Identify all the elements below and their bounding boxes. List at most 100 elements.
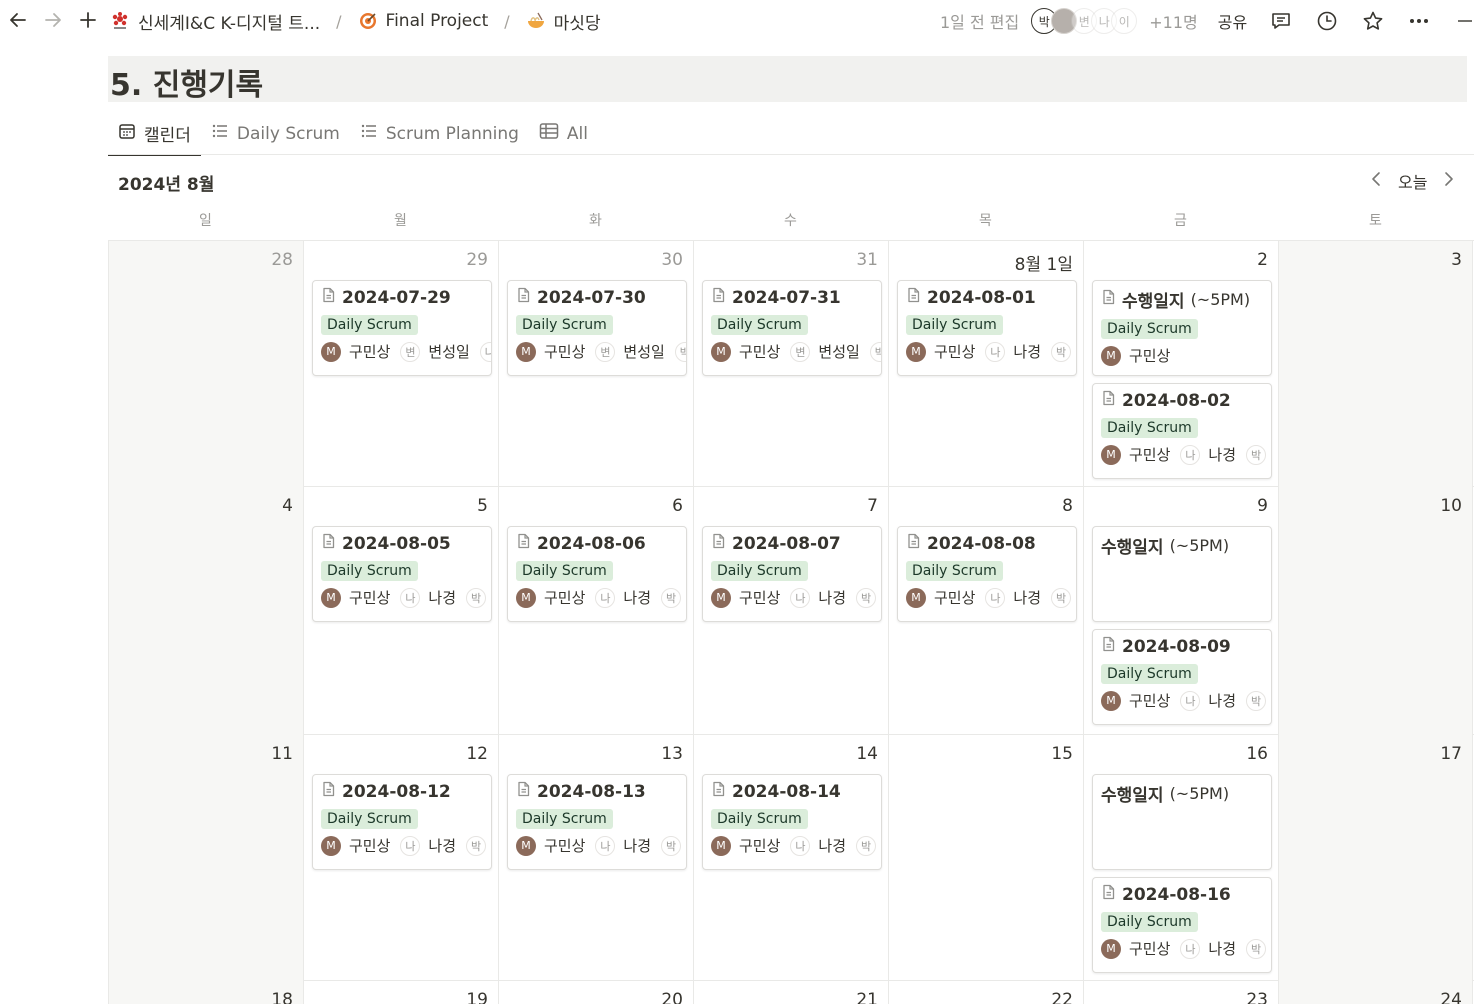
calendar-day-cell[interactable]: 4: [108, 487, 303, 735]
calendar-day-cell[interactable]: 30 2024-07-30 Daily Scrum M 구민상 변 변성일 박: [498, 241, 693, 487]
event-card[interactable]: 2024-08-08 Daily Scrum M 구민상 나 나경 박: [897, 526, 1077, 622]
breadcrumb-item-masitdang[interactable]: 마싯당: [526, 9, 601, 34]
event-card[interactable]: 2024-08-13 Daily Scrum M 구민상 나 나경 박: [507, 774, 687, 870]
document-icon: [906, 287, 921, 308]
calendar-day-cell[interactable]: 21: [693, 981, 888, 1004]
calendar-day-cell[interactable]: 3: [1278, 241, 1473, 487]
calendar-day-cell[interactable]: 28: [108, 241, 303, 487]
calendar-day-cell[interactable]: 12 2024-08-12 Daily Scrum M 구민상 나 나경 박: [303, 735, 498, 981]
event-card[interactable]: 2024-08-05 Daily Scrum M 구민상 나 나경 박: [312, 526, 492, 622]
tab-daily-scrum[interactable]: Daily Scrum: [201, 112, 350, 155]
event-card[interactable]: 2024-08-09 Daily Scrum M 구민상 나 나경 박: [1092, 629, 1272, 725]
share-button[interactable]: 공유: [1218, 9, 1247, 33]
calendar-day-cell[interactable]: 17: [1278, 735, 1473, 981]
calendar-day-cell[interactable]: 22: [888, 981, 1083, 1004]
calendar-day-cell[interactable]: 16 수행일지 (~5PM) 2024-08-16 Daily Scrum M 구민상 나 나경…: [1083, 735, 1278, 981]
event-title-text: 2024-08-02: [1122, 390, 1231, 411]
calendar-day-cell[interactable]: 29 2024-07-29 Daily Scrum M 구민상 변 변성일 나: [303, 241, 498, 487]
calendar-day-cell[interactable]: 2 수행일지 (~5PM) Daily Scrum M 구민상 2024-08-02 Dail…: [1083, 241, 1278, 487]
event-card[interactable]: 수행일지 (~5PM): [1092, 526, 1272, 622]
weekday-header: 일 월 화 수 목 금 토: [108, 210, 1474, 232]
status-tag: Daily Scrum: [321, 315, 418, 335]
event-title-text: 2024-08-07: [732, 533, 841, 554]
document-icon: [1101, 884, 1116, 905]
company-logo-icon: [110, 11, 130, 31]
calendar-day-cell[interactable]: 15: [888, 735, 1083, 981]
event-card[interactable]: 2024-08-01 Daily Scrum M 구민상 나 나경 박: [897, 280, 1077, 376]
calendar-day-cell[interactable]: 20: [498, 981, 693, 1004]
status-tag: Daily Scrum: [321, 809, 418, 829]
status-tag: Daily Scrum: [1101, 664, 1198, 684]
event-card[interactable]: 2024-08-06 Daily Scrum M 구민상 나 나경 박: [507, 526, 687, 622]
event-card[interactable]: 2024-07-29 Daily Scrum M 구민상 변 변성일 나: [312, 280, 492, 376]
calendar-day-cell[interactable]: 14 2024-08-14 Daily Scrum M 구민상 나 나경 박: [693, 735, 888, 981]
title-highlight: [108, 56, 1467, 102]
calendar-day-cell[interactable]: 11: [108, 735, 303, 981]
day-number: 16: [1246, 744, 1268, 764]
calendar-day-cell[interactable]: 8월 1일 2024-08-01 Daily Scrum M 구민상 나 나경 박: [888, 241, 1083, 487]
calendar-day-cell[interactable]: 9 수행일지 (~5PM) 2024-08-09 Daily Scrum M 구민상 나 나경 박: [1083, 487, 1278, 735]
event-card[interactable]: 수행일지 (~5PM): [1092, 774, 1272, 870]
document-icon: [516, 781, 531, 802]
calendar-day-cell[interactable]: 6 2024-08-06 Daily Scrum M 구민상 나 나경 박: [498, 487, 693, 735]
view-tabs: 캘린더 Daily Scrum Scrum Planning All: [108, 112, 598, 156]
day-number: 8월 1일: [1014, 255, 1073, 275]
month-label: 2024년 8월: [118, 175, 215, 195]
more-people-count[interactable]: +11명: [1149, 9, 1198, 33]
calendar-day-cell[interactable]: 7 2024-08-07 Daily Scrum M 구민상 나 나경 박: [693, 487, 888, 735]
event-card[interactable]: 2024-07-30 Daily Scrum M 구민상 변 변성일 박: [507, 280, 687, 376]
day-number: 30: [661, 250, 683, 270]
tab-calendar[interactable]: 캘린더: [108, 112, 201, 156]
breadcrumb-item-final-project[interactable]: Final Project: [358, 11, 488, 31]
calendar-day-cell[interactable]: 24: [1278, 981, 1473, 1004]
event-card[interactable]: 2024-08-16 Daily Scrum M 구민상 나 나경 박: [1092, 877, 1272, 973]
avatar: 나: [479, 341, 491, 362]
calendar-day-cell[interactable]: 8 2024-08-08 Daily Scrum M 구민상 나 나경 박: [888, 487, 1083, 735]
minimize-icon[interactable]: [1453, 9, 1476, 33]
event-card[interactable]: 2024-08-14 Daily Scrum M 구민상 나 나경 박: [702, 774, 882, 870]
event-title-text: 수행일지: [1101, 786, 1164, 806]
calendar-day-cell[interactable]: 31 2024-07-31 Daily Scrum M 구민상 변 변성일 박: [693, 241, 888, 487]
forward-arrow-icon[interactable]: [41, 8, 65, 32]
chevron-right-icon[interactable]: [1441, 170, 1457, 192]
calendar-day-cell[interactable]: 23: [1083, 981, 1278, 1004]
event-title-suffix: (~5PM): [1169, 536, 1230, 555]
assignee-name: 구민상: [934, 589, 976, 607]
day-number: 31: [856, 250, 878, 270]
event-card[interactable]: 2024-08-12 Daily Scrum M 구민상 나 나경 박: [312, 774, 492, 870]
collaborator-faces[interactable]: 박 변 나 이: [1031, 8, 1138, 34]
calendar-day-cell[interactable]: 5 2024-08-05 Daily Scrum M 구민상 나 나경 박: [303, 487, 498, 735]
star-icon[interactable]: [1361, 9, 1385, 33]
breadcrumb-item-company[interactable]: 신세계I&C K-디지털 트...: [110, 9, 320, 34]
event-card[interactable]: 2024-08-02 Daily Scrum M 구민상 나 나경 박: [1092, 383, 1272, 479]
day-number: 20: [661, 990, 683, 1004]
calendar-week-row: 18 19 20 21 22 23 24: [108, 980, 1474, 1004]
assignee-name: 구민상: [1129, 446, 1171, 464]
calendar-day-cell[interactable]: 10: [1278, 487, 1473, 735]
event-title: 수행일지 (~5PM): [1093, 775, 1271, 806]
calendar-week-row: 28 29 2024-07-29Daily ScrumM구민상변변성일나 30 2024…: [108, 240, 1474, 487]
add-icon[interactable]: [76, 8, 100, 32]
day-number: 29: [466, 250, 488, 270]
page-title[interactable]: 5. 진행기록: [110, 60, 263, 104]
more-options-icon[interactable]: [1407, 9, 1431, 33]
event-card[interactable]: 2024-07-31 Daily Scrum M 구민상 변 변성일 박: [702, 280, 882, 376]
avatar: 박: [1246, 690, 1267, 711]
history-clock-icon[interactable]: [1315, 9, 1339, 33]
event-card[interactable]: 2024-08-07 Daily Scrum M 구민상 나 나경 박: [702, 526, 882, 622]
avatar: 나: [595, 835, 616, 856]
assignee-name: 나경: [1013, 589, 1042, 607]
event-card[interactable]: 수행일지 (~5PM) Daily Scrum M 구민상: [1092, 280, 1272, 376]
day-number: 22: [1051, 990, 1073, 1004]
back-arrow-icon[interactable]: [6, 8, 30, 32]
tab-all[interactable]: All: [529, 112, 598, 155]
comment-icon[interactable]: [1269, 9, 1293, 33]
avatar: M: [516, 587, 536, 608]
chevron-left-icon[interactable]: [1368, 170, 1384, 192]
tab-scrum-planning[interactable]: Scrum Planning: [350, 112, 529, 155]
calendar-day-cell[interactable]: 18: [108, 981, 303, 1004]
calendar-day-cell[interactable]: 19: [303, 981, 498, 1004]
today-button[interactable]: 오늘: [1398, 169, 1427, 193]
calendar-day-cell[interactable]: 13 2024-08-13 Daily Scrum M 구민상 나 나경 박: [498, 735, 693, 981]
assignee-name: 나경: [428, 589, 457, 607]
